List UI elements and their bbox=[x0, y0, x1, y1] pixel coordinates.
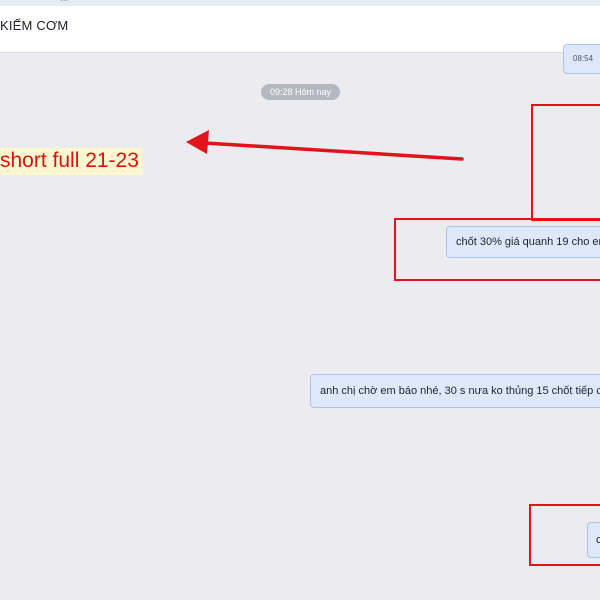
annotation-text: short full 21-23 bbox=[0, 148, 143, 175]
annotation-arrow bbox=[186, 130, 464, 161]
